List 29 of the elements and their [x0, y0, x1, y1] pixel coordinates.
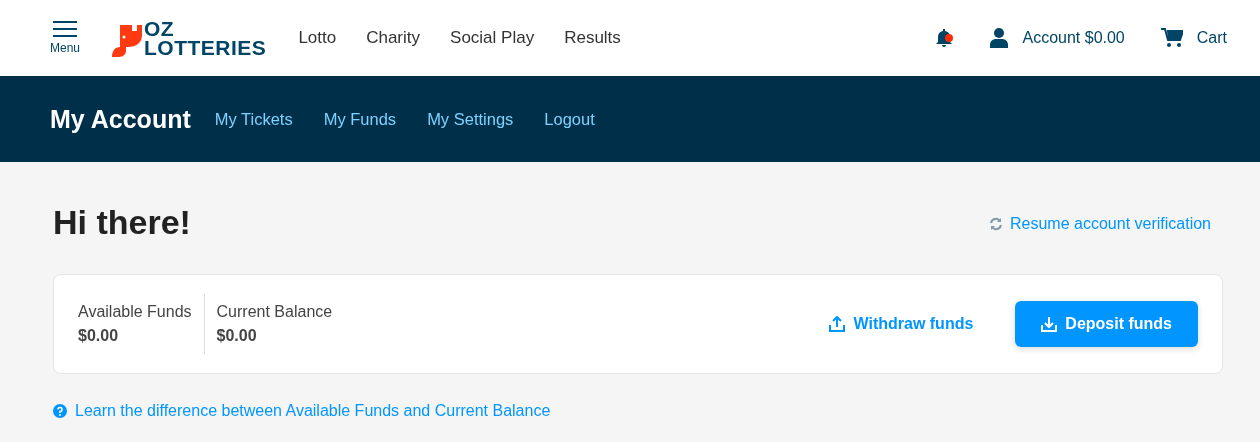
- nav-link[interactable]: Results: [564, 28, 621, 48]
- greeting: Hi there!: [53, 201, 191, 242]
- logo-text: OZ: [144, 19, 176, 38]
- account-nav-link[interactable]: My Funds: [323, 109, 397, 129]
- bell-icon[interactable]: [934, 28, 955, 48]
- cart-icon: [1160, 28, 1183, 48]
- fund-label: Available Funds: [78, 303, 192, 321]
- menu-button[interactable]: Menu: [50, 21, 81, 55]
- help-icon: [53, 404, 67, 418]
- nav-link[interactable]: Social Play: [450, 28, 535, 48]
- account-nav-link[interactable]: Logout: [544, 109, 595, 129]
- logo[interactable]: OZ LOTTERIES: [112, 19, 267, 57]
- cart-link[interactable]: Cart: [1160, 28, 1227, 48]
- download-icon: [1041, 316, 1058, 332]
- nav-link[interactable]: Lotto: [298, 28, 337, 48]
- upload-icon: [829, 316, 846, 332]
- nav-link[interactable]: Charity: [366, 28, 421, 48]
- account-link[interactable]: Account $0.00: [990, 28, 1125, 48]
- menu-icon: [53, 21, 77, 37]
- account-title: My Account: [50, 104, 191, 134]
- account-nav-link[interactable]: My Settings: [427, 109, 514, 129]
- elephant-icon: [112, 23, 143, 57]
- refresh-icon: [989, 217, 1003, 231]
- fund-value: $0.00: [216, 327, 258, 345]
- fund-label: Current Balance: [216, 303, 333, 321]
- user-icon: [990, 28, 1009, 48]
- fund-value: $0.00: [78, 327, 120, 345]
- logo-text: LOTTERIES: [144, 38, 267, 57]
- account-nav-link[interactable]: My Tickets: [214, 109, 293, 129]
